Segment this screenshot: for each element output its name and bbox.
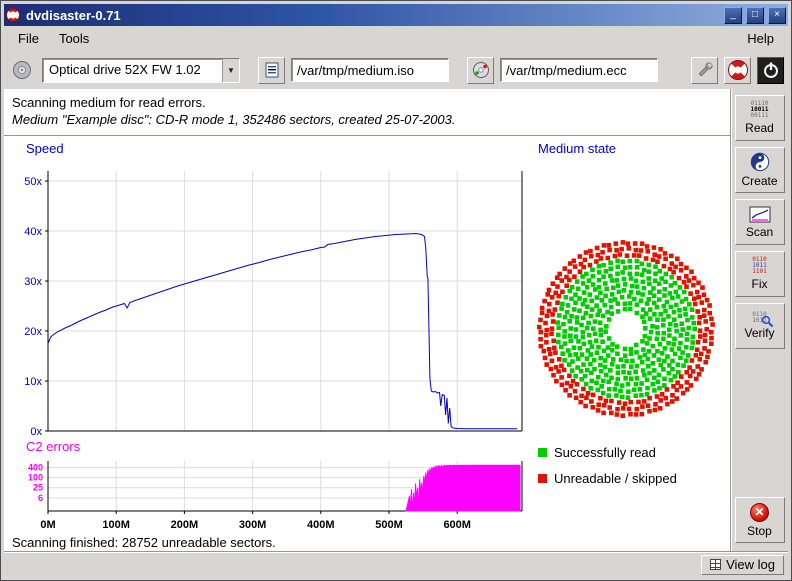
image-file-input[interactable]: [291, 58, 449, 82]
binary-read-icon: 01110 10011 00111: [750, 101, 768, 119]
svg-text:100M: 100M: [102, 519, 130, 531]
scan-button-label: Scan: [746, 225, 773, 239]
main-panel: Scanning medium for read errors. Medium …: [4, 89, 730, 551]
yin-yang-icon: [750, 152, 770, 172]
app-icon: [6, 8, 20, 22]
chevron-down-icon: ▼: [222, 59, 239, 82]
create-button[interactable]: Create: [735, 147, 785, 193]
stop-button-label: Stop: [747, 524, 772, 538]
toolbar: Optical drive 52X FW 1.02 ▼: [4, 51, 788, 89]
fix-button-label: Fix: [752, 277, 768, 291]
minimize-button[interactable]: _: [724, 7, 742, 24]
content-area: Scanning medium for read errors. Medium …: [4, 89, 788, 551]
preferences-button[interactable]: [691, 57, 718, 84]
titlebar[interactable]: dvdisaster-0.71 _ □ ×: [4, 4, 788, 26]
read-button[interactable]: 01110 10011 00111 Read: [735, 95, 785, 141]
binary-row: 00111: [750, 113, 768, 119]
create-button-label: Create: [741, 174, 777, 188]
svg-text:400M: 400M: [307, 519, 335, 531]
ecc-file-icon: [472, 61, 490, 79]
svg-text:500M: 500M: [375, 519, 403, 531]
disc-visualization: [532, 235, 720, 423]
separator: [4, 135, 730, 137]
sidebar: 01110 10011 00111 Read Create: [730, 89, 788, 551]
legend-item-read: Successfully read: [538, 445, 656, 460]
svg-text:50x: 50x: [24, 176, 42, 188]
c2-errors-chart: 0M 100M 200M 300M 400M 500M 600M 400100256: [4, 455, 528, 545]
app-window: dvdisaster-0.71 _ □ × File Tools Help Op…: [0, 0, 792, 581]
drive-selector-value: Optical drive 52X FW 1.02: [43, 59, 222, 82]
svg-text:100: 100: [28, 473, 43, 483]
fix-button[interactable]: 0110 1011 1101 Fix: [735, 251, 785, 297]
scan-button[interactable]: Scan: [735, 199, 785, 245]
drive-select-button[interactable]: [8, 56, 36, 84]
stop-icon: ✕: [750, 503, 769, 522]
scan-result-text: Scanning finished: 28752 unreadable sect…: [12, 535, 276, 550]
svg-text:0x: 0x: [30, 426, 42, 437]
menubar: File Tools Help: [4, 26, 788, 51]
svg-text:30x: 30x: [24, 276, 42, 288]
binary-verify-icon: 0110 1011: [752, 312, 766, 324]
magnifier-icon: [761, 315, 774, 328]
log-grid-icon: [710, 559, 721, 570]
binary-fix-icon: 0110 1011 1101: [752, 257, 766, 275]
svg-text:10x: 10x: [24, 376, 42, 388]
statusbar: View log: [4, 551, 788, 577]
svg-text:6: 6: [38, 493, 43, 503]
svg-text:20x: 20x: [24, 326, 42, 338]
image-file-button[interactable]: [258, 57, 285, 84]
power-icon: [761, 60, 781, 80]
menu-file[interactable]: File: [10, 29, 47, 48]
ecc-file-button[interactable]: [467, 57, 494, 84]
maximize-button[interactable]: □: [746, 7, 764, 24]
legend-item-unreadable: Unreadable / skipped: [538, 471, 677, 486]
drive-selector[interactable]: Optical drive 52X FW 1.02 ▼: [42, 58, 240, 83]
verify-button-label: Verify: [744, 326, 774, 340]
legend-unreadable-label: Unreadable / skipped: [554, 471, 677, 486]
legend-unreadable-swatch: [538, 474, 547, 483]
c2-chart-title: C2 errors: [26, 439, 80, 454]
binary-row: 1101: [752, 269, 766, 275]
quit-button[interactable]: [757, 57, 784, 84]
verify-button[interactable]: 0110 1011 Verify: [735, 303, 785, 349]
view-log-label: View log: [726, 557, 775, 572]
speed-chart-title: Speed: [26, 141, 64, 156]
svg-text:25: 25: [33, 483, 43, 493]
legend-read-label: Successfully read: [554, 445, 656, 460]
legend-read-swatch: [538, 448, 547, 457]
optical-drive-icon: [11, 59, 33, 81]
help-button[interactable]: [724, 57, 751, 84]
ecc-file-input[interactable]: [500, 58, 658, 82]
status-line-1: Scanning medium for read errors.: [12, 95, 206, 110]
lifesaver-icon: [728, 60, 748, 80]
image-file-icon: [263, 61, 281, 79]
window-title: dvdisaster-0.71: [24, 8, 720, 23]
stop-button[interactable]: ✕ Stop: [735, 497, 785, 543]
menu-help[interactable]: Help: [739, 29, 782, 48]
speed-chart: 0x 10x 20x 30x 40x 50x: [4, 155, 528, 437]
svg-text:40x: 40x: [24, 226, 42, 238]
scan-chart-icon: [749, 206, 771, 223]
svg-text:300M: 300M: [239, 519, 267, 531]
svg-text:600M: 600M: [443, 519, 471, 531]
wrench-icon: [695, 60, 715, 80]
read-button-label: Read: [745, 121, 774, 135]
svg-text:0M: 0M: [40, 519, 55, 531]
close-button[interactable]: ×: [768, 7, 786, 24]
status-line-2: Medium "Example disc": CD-R mode 1, 3524…: [12, 112, 456, 127]
view-log-button[interactable]: View log: [701, 555, 784, 575]
svg-text:400: 400: [28, 463, 43, 473]
medium-state-title: Medium state: [538, 141, 616, 156]
svg-text:200M: 200M: [171, 519, 199, 531]
menu-tools[interactable]: Tools: [51, 29, 97, 48]
